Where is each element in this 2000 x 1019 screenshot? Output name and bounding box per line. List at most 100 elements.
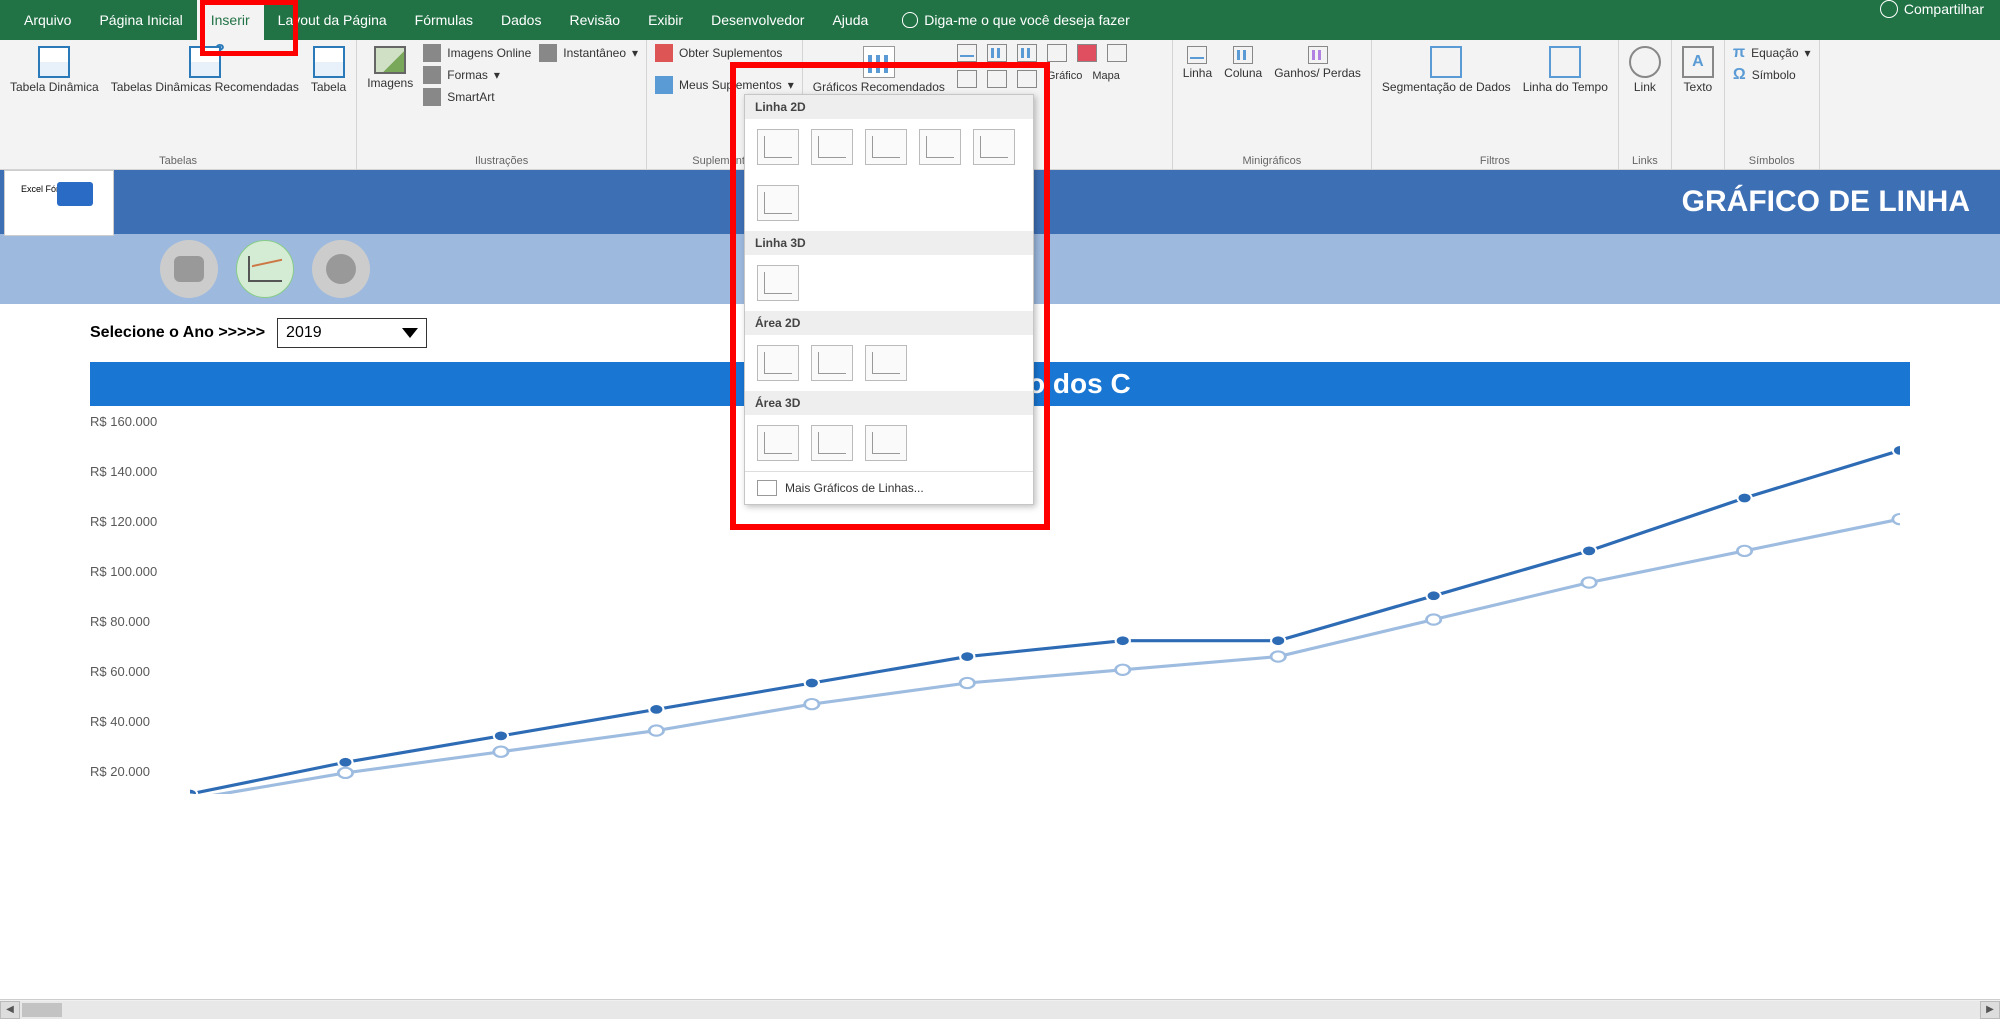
links-group-label: Links xyxy=(1627,153,1663,167)
insert-column-chart-button[interactable] xyxy=(987,44,1007,62)
nav-settings-button[interactable] xyxy=(312,240,370,298)
link-button[interactable]: Link xyxy=(1627,44,1663,96)
line2d-option-1[interactable] xyxy=(757,129,799,165)
area2d-option-2[interactable] xyxy=(811,345,853,381)
scroll-left-button[interactable]: ◀ xyxy=(0,1001,20,1019)
ribbon-group-illustrations: Imagens Imagens Online Formas ▾ SmartArt… xyxy=(357,40,647,169)
horizontal-scrollbar[interactable]: ◀ ▶ xyxy=(0,999,2000,1019)
insert-map-chart-button[interactable] xyxy=(1077,44,1097,62)
insert-hierarchy-chart-button[interactable] xyxy=(987,70,1007,88)
timeline-button[interactable]: Linha do Tempo xyxy=(1521,44,1610,96)
pivot-table-icon xyxy=(38,46,70,78)
area3d-option-3[interactable] xyxy=(865,425,907,461)
tab-file[interactable]: Arquivo xyxy=(10,0,85,40)
recommended-charts-button[interactable]: Gráficos Recomendados xyxy=(811,44,947,96)
tab-help[interactable]: Ajuda xyxy=(818,0,882,40)
table-button[interactable]: Tabela xyxy=(309,44,348,96)
insert-bar-chart-button[interactable] xyxy=(1017,44,1037,62)
tab-view[interactable]: Exibir xyxy=(634,0,697,40)
line2d-option-3[interactable] xyxy=(865,129,907,165)
series-1-markers xyxy=(190,445,1900,794)
equation-button[interactable]: πEquação ▾ xyxy=(1733,44,1811,62)
scroll-track[interactable] xyxy=(20,1001,1980,1019)
more-line-charts-button[interactable]: Mais Gráficos de Linhas... xyxy=(745,471,1033,504)
table-icon xyxy=(313,46,345,78)
images-label: Imagens xyxy=(367,76,413,90)
timeline-label: Linha do Tempo xyxy=(1523,80,1608,94)
slicer-button[interactable]: Segmentação de Dados xyxy=(1380,44,1513,96)
ribbon-group-filters: Segmentação de Dados Linha do Tempo Filt… xyxy=(1372,40,1619,169)
area3d-option-1[interactable] xyxy=(757,425,799,461)
insert-combo-chart-button[interactable] xyxy=(1107,44,1127,62)
insert-line-chart-button[interactable] xyxy=(957,44,977,62)
line3d-option-1[interactable] xyxy=(757,265,799,301)
online-images-button[interactable]: Imagens Online xyxy=(423,44,531,62)
year-value: 2019 xyxy=(286,324,322,342)
year-label: Selecione o Ano >>>>> xyxy=(90,324,265,342)
slicer-label: Segmentação de Dados xyxy=(1382,80,1511,94)
line2d-option-5[interactable] xyxy=(973,129,1015,165)
banner-title: GRÁFICO DE LINHA xyxy=(1682,185,1970,219)
insert-stat-chart-button[interactable] xyxy=(1047,44,1067,62)
y-tick: R$ 40.000 xyxy=(90,714,150,729)
omega-icon: Ω xyxy=(1733,66,1746,84)
area3d-option-2[interactable] xyxy=(811,425,853,461)
sparkline-winloss-button[interactable]: Ganhos/ Perdas xyxy=(1272,44,1363,82)
online-images-icon xyxy=(423,44,441,62)
share-button[interactable]: Compartilhar xyxy=(1880,0,1984,18)
nav-chart-button[interactable] xyxy=(236,240,294,298)
insert-pie-chart-button[interactable] xyxy=(957,70,977,88)
tab-formulas[interactable]: Fórmulas xyxy=(401,0,487,40)
tab-developer[interactable]: Desenvolvedor xyxy=(697,0,818,40)
textbox-button[interactable]: ATexto xyxy=(1680,44,1716,96)
year-dropdown[interactable]: 2019 xyxy=(277,318,427,348)
line2d-option-6[interactable] xyxy=(757,185,799,221)
tab-insert[interactable]: Inserir xyxy=(197,0,264,40)
scroll-right-button[interactable]: ▶ xyxy=(1980,1001,2000,1019)
area2d-option-1[interactable] xyxy=(757,345,799,381)
shapes-button[interactable]: Formas ▾ xyxy=(423,66,531,84)
sparkline-col-label: Coluna xyxy=(1224,66,1262,80)
rec-pivot-label: Tabelas Dinâmicas Recomendadas xyxy=(111,80,299,94)
my-addins-button[interactable]: Meus Suplementos ▾ xyxy=(655,76,794,94)
ribbon-group-tables: Tabela Dinâmica ? Tabelas Dinâmicas Reco… xyxy=(0,40,357,169)
tab-review[interactable]: Revisão xyxy=(555,0,634,40)
dd-section-line3d: Linha 3D xyxy=(745,231,1033,255)
images-button[interactable]: Imagens xyxy=(365,44,415,92)
get-addins-button[interactable]: Obter Suplementos xyxy=(655,44,794,62)
sparkline-line-button[interactable]: Linha xyxy=(1181,44,1214,82)
area2d-option-3[interactable] xyxy=(865,345,907,381)
scroll-thumb[interactable] xyxy=(22,1003,62,1017)
smartart-button[interactable]: SmartArt xyxy=(423,88,531,106)
database-icon xyxy=(174,256,204,282)
line2d-option-4[interactable] xyxy=(919,129,961,165)
tab-page-layout[interactable]: Layout da Página xyxy=(264,0,401,40)
recommended-pivot-button[interactable]: ? Tabelas Dinâmicas Recomendadas xyxy=(109,44,301,96)
table-label: Tabela xyxy=(311,80,346,94)
rec-pivot-icon: ? xyxy=(189,46,221,78)
more-charts-icon xyxy=(757,480,777,496)
my-addins-label: Meus Suplementos xyxy=(679,78,782,92)
dd-section-line2d: Linha 2D xyxy=(745,95,1033,119)
sparkline-column-button[interactable]: Coluna xyxy=(1222,44,1264,82)
insert-scatter-chart-button[interactable] xyxy=(1017,70,1037,88)
ribbon-group-symbols: πEquação ▾ ΩSímbolo Símbolos xyxy=(1725,40,1820,169)
ribbon-group-text: ATexto xyxy=(1672,40,1725,169)
ribbon-group-links: Link Links xyxy=(1619,40,1672,169)
line-chart-icon xyxy=(248,256,282,282)
tab-data[interactable]: Dados xyxy=(487,0,555,40)
line2d-option-2[interactable] xyxy=(811,129,853,165)
illustrations-group-label: Ilustrações xyxy=(365,153,638,167)
screenshot-button[interactable]: Instantâneo ▾ xyxy=(539,44,638,62)
symbol-button[interactable]: ΩSímbolo xyxy=(1733,66,1811,84)
slicer-icon xyxy=(1430,46,1462,78)
tell-me-search[interactable]: Diga-me o que você deseja fazer xyxy=(902,0,1129,40)
share-icon xyxy=(1880,0,1898,18)
nav-data-button[interactable] xyxy=(160,240,218,298)
sparkline-col-icon xyxy=(1233,46,1253,64)
gear-icon xyxy=(326,254,356,284)
line-chart-dropdown: Linha 2D Linha 3D Área 2D Área 3D Mais G… xyxy=(744,94,1034,505)
chevron-down-icon xyxy=(402,328,418,338)
pivot-table-button[interactable]: Tabela Dinâmica xyxy=(8,44,101,96)
tab-home[interactable]: Página Inicial xyxy=(85,0,196,40)
